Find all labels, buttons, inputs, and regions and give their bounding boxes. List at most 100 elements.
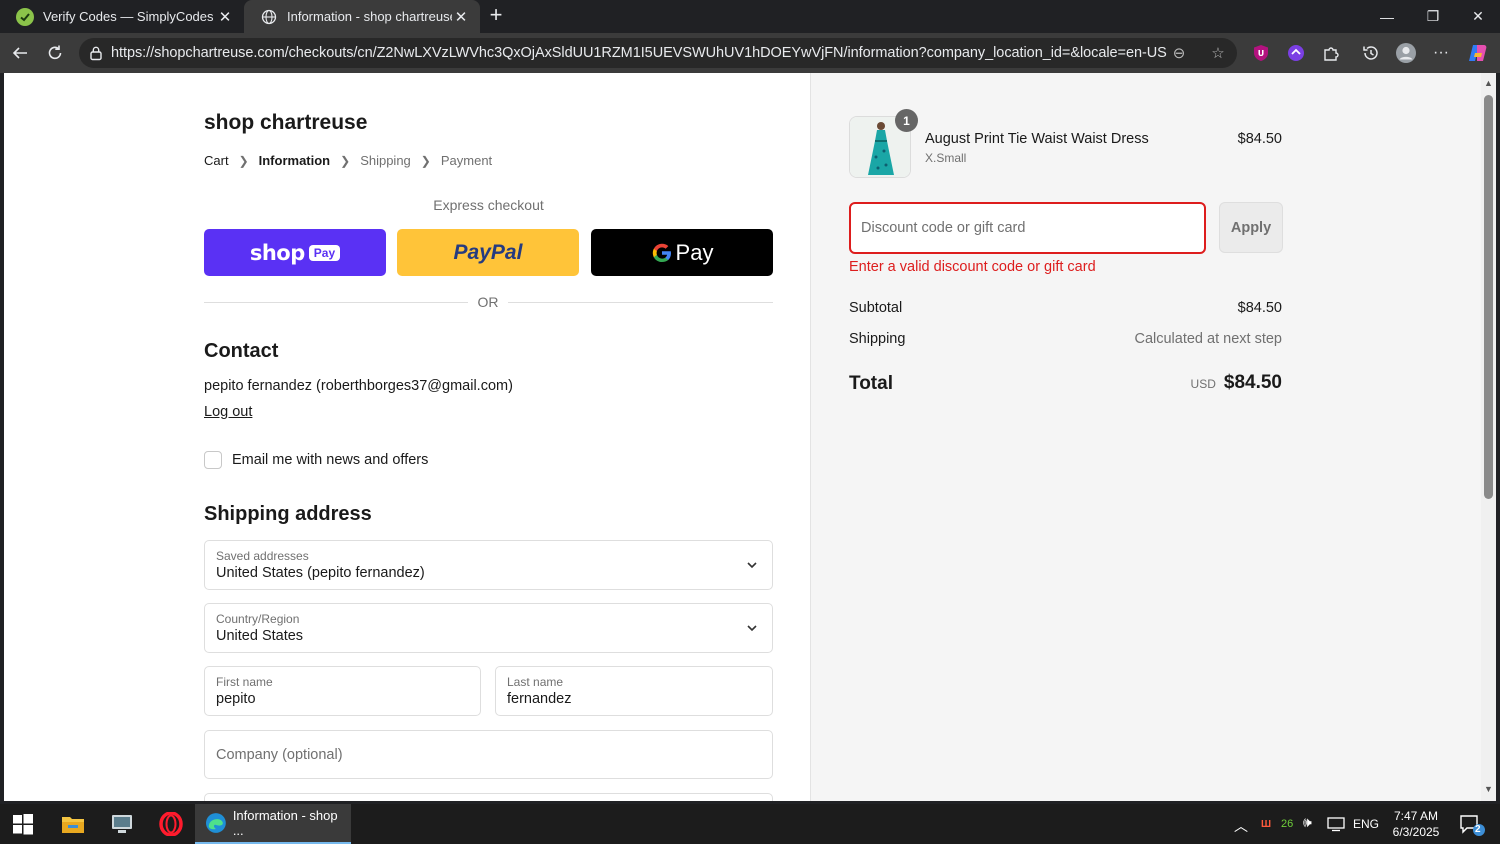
total-currency: USD (1190, 377, 1216, 391)
url-text: https://shopchartreuse.com/checkouts/cn/… (111, 45, 1167, 61)
tab-simplycodes[interactable]: Verify Codes — SimplyCodes ✕ (0, 0, 244, 33)
newsletter-label[interactable]: Email me with news and offers (232, 452, 428, 468)
close-tab-icon[interactable]: ✕ (216, 8, 234, 26)
total-price: USD $84.50 (1191, 372, 1282, 394)
apply-discount-button[interactable]: Apply (1219, 202, 1283, 253)
new-tab-icon[interactable]: + (484, 3, 508, 29)
discount-error-message: Enter a valid discount code or gift card (849, 259, 1096, 275)
tray-counter-badge[interactable]: 26 (1281, 818, 1293, 830)
lock-icon (90, 46, 102, 61)
more-options-circle-icon[interactable]: ⊖ (1169, 43, 1189, 63)
paypal-logo: PayPal (453, 240, 523, 264)
shop-pay-badge: Pay (308, 244, 341, 261)
paypal-button[interactable]: PayPal (397, 229, 579, 276)
taskbar-app-label: Information - shop ... (232, 808, 338, 838)
field-placeholder: Company (optional) (216, 747, 343, 763)
breadcrumb-cart[interactable]: Cart (204, 153, 229, 168)
chevron-down-icon (747, 562, 757, 569)
quantity-badge: 1 (895, 109, 918, 132)
language-indicator[interactable]: ENG (1353, 817, 1379, 831)
shop-name[interactable]: shop chartreuse (204, 111, 367, 135)
discount-code-input[interactable]: Discount code or gift card (849, 202, 1206, 254)
scrollbar-thumb[interactable] (1484, 95, 1493, 499)
network-icon[interactable] (1326, 816, 1346, 835)
field-value: United States (216, 628, 304, 644)
total-amount: $84.50 (1223, 372, 1282, 393)
favorite-star-icon[interactable]: ☆ (1208, 43, 1228, 63)
close-tab-icon[interactable]: ✕ (452, 8, 470, 26)
shipping-address-heading: Shipping address (204, 503, 372, 525)
page-scrollbar[interactable]: ▲ ▼ (1481, 73, 1496, 801)
tray-app-icon[interactable]: Ш (1261, 819, 1271, 830)
google-g-icon (652, 243, 671, 262)
field-value: fernandez (507, 691, 572, 707)
chevron-right-icon: ❯ (340, 153, 351, 168)
tab-title: Information - shop chartreuse - C (287, 9, 452, 24)
address-bar[interactable]: https://shopchartreuse.com/checkouts/cn/… (79, 38, 1237, 68)
minimize-icon[interactable]: — (1364, 0, 1410, 33)
last-name-field[interactable]: Last name fernandez (495, 666, 773, 716)
restore-icon[interactable]: ❐ (1410, 0, 1456, 33)
taskbar-clock[interactable]: 7:47 AM 6/3/2025 (1380, 808, 1452, 840)
tab-information[interactable]: Information - shop chartreuse - C ✕ (244, 0, 480, 33)
svg-text:U: U (1258, 49, 1265, 58)
opera-icon[interactable] (151, 808, 191, 840)
logout-link[interactable]: Log out (204, 404, 252, 420)
computer-app-icon[interactable] (102, 808, 142, 840)
browser-tab-strip: Verify Codes — SimplyCodes ✕ Information… (0, 0, 1500, 33)
menu-dots-icon[interactable]: ··· (1430, 42, 1452, 64)
newsletter-checkbox[interactable] (204, 451, 222, 469)
product-price: $84.50 (1237, 131, 1282, 147)
subtotal-label: Subtotal (849, 300, 903, 316)
globe-icon (260, 8, 278, 26)
simplycodes-favicon-icon (16, 7, 34, 26)
google-pay-label: Pay (675, 239, 714, 265)
show-hidden-icons-chevron-icon[interactable]: ︿ (1234, 816, 1248, 836)
file-explorer-icon[interactable] (53, 808, 93, 840)
volume-icon[interactable]: 🕪 (1303, 814, 1312, 831)
copilot-icon[interactable] (1467, 42, 1489, 64)
purple-extension-icon[interactable] (1285, 42, 1307, 64)
close-window-icon[interactable]: ✕ (1455, 0, 1500, 33)
shop-pay-logo: shop (249, 240, 305, 265)
windows-taskbar: Information - shop ... ︿ Ш 26 🕪 ENG 7:47… (0, 804, 1500, 844)
field-label: Country/Region (216, 612, 300, 626)
scroll-up-arrow-icon[interactable]: ▲ (1484, 79, 1493, 88)
contact-info: pepito fernandez (roberthborges37@gmail.… (204, 378, 513, 394)
shipping-label: Shipping (849, 331, 906, 347)
google-pay-button[interactable]: Pay (591, 229, 773, 276)
saved-addresses-select[interactable]: Saved addresses United States (pepito fe… (204, 540, 773, 590)
breadcrumb-payment: Payment (440, 153, 493, 168)
breadcrumb-shipping: Shipping (360, 153, 411, 168)
first-name-field[interactable]: First name pepito (204, 666, 481, 716)
notifications-icon[interactable]: 2 (1459, 813, 1485, 840)
express-checkout-label: Express checkout (433, 197, 544, 213)
field-value: pepito (216, 691, 256, 707)
order-summary: 1 August Print Tie Waist Waist Dress X.S… (810, 73, 1481, 801)
profile-avatar-icon[interactable] (1395, 42, 1417, 64)
breadcrumb-information: Information (258, 153, 331, 168)
checkout-page: shop chartreuse Cart ❯ Information ❯ Shi… (4, 73, 1481, 801)
clock-date: 6/3/2025 (1392, 825, 1440, 839)
windows-start-icon[interactable] (3, 808, 43, 840)
field-label: Saved addresses (216, 549, 309, 563)
company-field[interactable]: Company (optional) (204, 730, 773, 779)
ublock-extension-icon[interactable]: U (1250, 42, 1272, 64)
scroll-down-arrow-icon[interactable]: ▼ (1484, 785, 1493, 794)
discount-placeholder: Discount code or gift card (861, 220, 1026, 236)
back-arrow-icon[interactable] (6, 39, 34, 67)
or-divider-label: OR (468, 294, 508, 310)
chevron-down-icon (747, 625, 757, 632)
taskbar-edge-window[interactable]: Information - shop ... (195, 804, 351, 844)
address-field[interactable] (204, 793, 773, 801)
shipping-value: Calculated at next step (1134, 331, 1282, 347)
country-select[interactable]: Country/Region United States (204, 603, 773, 653)
history-icon[interactable] (1360, 42, 1382, 64)
breadcrumb: Cart ❯ Information ❯ Shipping ❯ Payment (204, 153, 492, 168)
shop-pay-button[interactable]: shop Pay (204, 229, 386, 276)
extensions-puzzle-icon[interactable] (1320, 42, 1342, 64)
chevron-right-icon: ❯ (238, 153, 249, 168)
browser-toolbar: https://shopchartreuse.com/checkouts/cn/… (0, 33, 1500, 73)
reload-icon[interactable] (41, 39, 69, 67)
field-label: First name (216, 675, 273, 689)
